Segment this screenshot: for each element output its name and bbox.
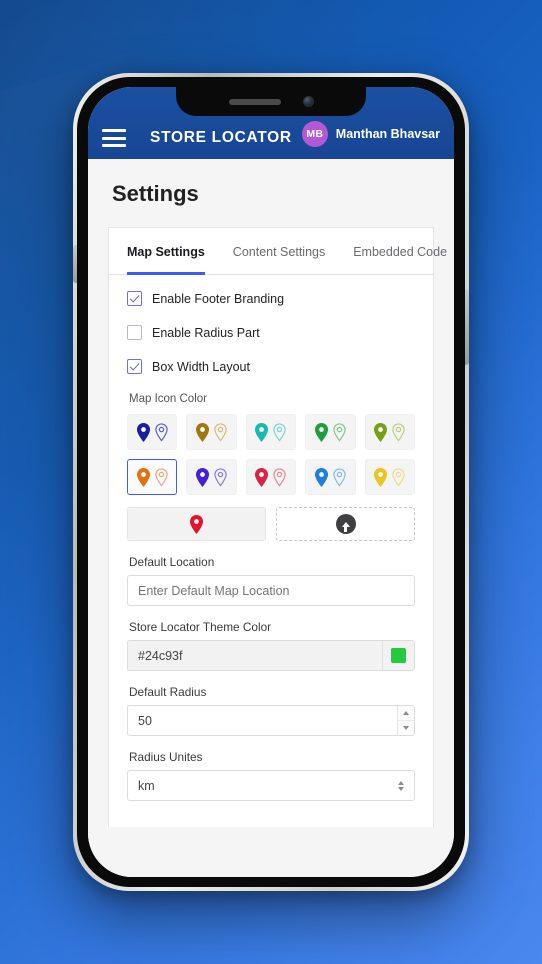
- map-icon-swatch-blue[interactable]: [305, 459, 356, 495]
- map-pin-outline-icon: [392, 467, 405, 487]
- radius-units-select[interactable]: km: [127, 770, 415, 801]
- map-icon-swatch-teal[interactable]: [245, 414, 297, 450]
- default-radius-value[interactable]: 50: [128, 706, 397, 735]
- map-icon-swatch-crimson[interactable]: [245, 459, 297, 495]
- theme-color-picker-button[interactable]: [382, 641, 414, 670]
- phone-screen: STORE LOCATOR MB Manthan Bhavsar Setting…: [88, 87, 454, 877]
- stepper-increment-button[interactable]: [398, 706, 414, 721]
- settings-card: Map Settings Content Settings Embedded C…: [108, 227, 447, 827]
- map-pin-outline-icon: [214, 422, 227, 442]
- map-pin-icon: [189, 514, 204, 534]
- page-body: Settings Map Settings Content Settings E…: [88, 159, 454, 877]
- phone-power-button: [465, 289, 469, 365]
- default-radius-label: Default Radius: [129, 685, 207, 699]
- map-pin-solid-icon: [255, 467, 269, 487]
- checkbox-box-width-layout[interactable]: [127, 359, 142, 374]
- tab-map-settings[interactable]: Map Settings: [127, 229, 205, 275]
- map-pin-solid-icon: [136, 422, 150, 442]
- select-chevron-icon: [398, 780, 404, 791]
- map-pin-solid-icon: [196, 467, 210, 487]
- hamburger-menu-icon[interactable]: [102, 129, 126, 147]
- checkbox-label-box-width-layout: Box Width Layout: [152, 359, 250, 374]
- map-icon-swatch-navy[interactable]: [127, 414, 178, 450]
- radius-units-value: km: [138, 778, 155, 793]
- page-title: Settings: [112, 181, 199, 206]
- default-radius-field[interactable]: 50: [127, 705, 415, 736]
- map-pin-solid-icon: [374, 467, 388, 487]
- checkbox-label-radius-part: Enable Radius Part: [152, 325, 260, 340]
- default-location-input[interactable]: [127, 575, 415, 606]
- checkbox-row-box-width-layout[interactable]: Box Width Layout: [127, 359, 415, 374]
- map-pin-outline-icon: [333, 422, 346, 442]
- earpiece-speaker-icon: [228, 98, 281, 105]
- map-pin-outline-icon: [333, 467, 346, 487]
- checkbox-radius-part[interactable]: [127, 325, 142, 340]
- theme-color-field[interactable]: #24c93f: [127, 640, 415, 671]
- map-icon-color-label: Map Icon Color: [129, 393, 207, 405]
- app-title: STORE LOCATOR: [150, 129, 292, 146]
- map-settings-panel: Enable Footer Branding Enable Radius Par…: [109, 275, 433, 801]
- avatar: MB: [301, 121, 328, 147]
- icon-preview-row: [127, 507, 415, 541]
- map-icon-swatch-yellow[interactable]: [364, 459, 415, 495]
- map-pin-solid-icon: [196, 422, 210, 442]
- checkbox-label-footer-branding: Enable Footer Branding: [152, 291, 285, 306]
- radius-units-label: Radius Unites: [129, 750, 203, 764]
- front-camera-icon: [302, 96, 314, 107]
- map-icon-swatch-green[interactable]: [305, 414, 356, 450]
- default-radius-stepper[interactable]: [397, 706, 414, 735]
- checkbox-row-footer-branding[interactable]: Enable Footer Branding: [127, 291, 415, 306]
- map-pin-solid-icon: [374, 422, 388, 442]
- map-pin-outline-icon: [155, 467, 168, 487]
- stepper-decrement-button[interactable]: [398, 721, 414, 735]
- theme-color-chip: [391, 648, 406, 663]
- upload-arrow-icon: [335, 514, 356, 534]
- checkbox-footer-branding[interactable]: [127, 291, 142, 306]
- theme-color-value[interactable]: #24c93f: [128, 641, 382, 670]
- default-location-label: Default Location: [129, 555, 215, 569]
- checkbox-row-radius-part[interactable]: Enable Radius Part: [127, 325, 415, 340]
- map-icon-swatch-violet[interactable]: [186, 459, 237, 495]
- phone-mockup: STORE LOCATOR MB Manthan Bhavsar Setting…: [73, 73, 469, 891]
- upload-icon-dropzone[interactable]: [276, 507, 415, 541]
- map-pin-outline-icon: [273, 422, 287, 442]
- map-pin-solid-icon: [255, 422, 269, 442]
- map-pin-outline-icon: [155, 422, 168, 442]
- map-pin-outline-icon: [392, 422, 405, 442]
- map-icon-swatch-orange[interactable]: [127, 459, 178, 495]
- theme-color-label: Store Locator Theme Color: [129, 620, 272, 634]
- selected-icon-preview[interactable]: [127, 507, 266, 541]
- map-pin-solid-icon: [136, 467, 150, 487]
- tab-bar: Map Settings Content Settings Embedded C…: [109, 228, 447, 275]
- tab-content-settings[interactable]: Content Settings: [233, 229, 325, 275]
- user-menu[interactable]: MB Manthan Bhavsar: [301, 121, 440, 147]
- map-pin-solid-icon: [314, 422, 328, 442]
- map-icon-swatch-gold[interactable]: [186, 414, 237, 450]
- phone-notch: [176, 87, 366, 116]
- map-icon-color-grid: [127, 414, 415, 495]
- map-pin-outline-icon: [273, 467, 287, 487]
- user-name: Manthan Bhavsar: [335, 127, 440, 141]
- phone-bezel: STORE LOCATOR MB Manthan Bhavsar Setting…: [73, 77, 469, 887]
- map-icon-swatch-olive[interactable]: [364, 414, 415, 450]
- tab-embedded-code[interactable]: Embedded Code: [353, 229, 447, 275]
- map-pin-outline-icon: [214, 467, 227, 487]
- phone-volume-button: [73, 245, 77, 283]
- map-pin-solid-icon: [314, 467, 328, 487]
